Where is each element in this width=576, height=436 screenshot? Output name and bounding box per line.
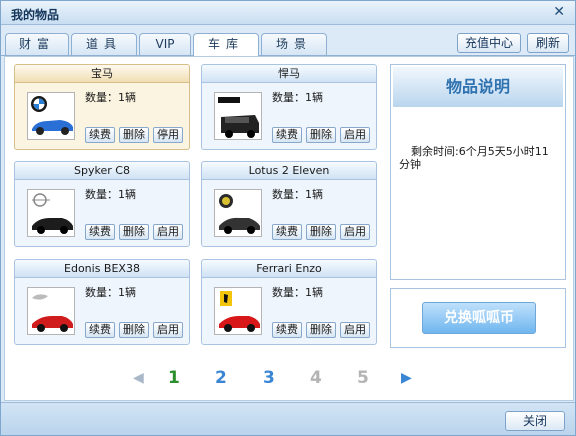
exchange-panel: 兑换呱呱币 (390, 288, 566, 348)
item-description-panel: 物品说明 剩余时间:6个月5天5小时11分钟 (390, 64, 566, 280)
car-card-bmw[interactable]: 宝马 数量：1辆 续费 删除 停用 (14, 64, 190, 150)
car-name: Ferrari Enzo (202, 260, 376, 278)
page-3[interactable]: 3 (263, 368, 275, 390)
tab-scene[interactable]: 场景 (261, 33, 327, 55)
car-name: 宝马 (15, 65, 189, 83)
quantity-label: 数量：1辆 (85, 91, 136, 104)
delete-button[interactable]: 删除 (306, 322, 336, 338)
car-thumbnail (27, 287, 75, 335)
car-thumbnail (27, 189, 75, 237)
page-5[interactable]: 5 (357, 368, 369, 390)
title-bar: 我的物品 ✕ (1, 1, 575, 25)
remaining-time-text: 剩余时间:6个月5天5小时11分钟 (399, 145, 549, 171)
enable-button[interactable]: 启用 (340, 322, 370, 338)
next-page-icon[interactable]: ▶ (401, 370, 412, 392)
car-name: Spyker C8 (15, 162, 189, 180)
quantity-label: 数量：1辆 (272, 188, 323, 201)
delete-button[interactable]: 删除 (119, 224, 149, 240)
garage-content: 宝马 数量：1辆 续费 删除 停用 悍马 数量：1辆 续费 删除 启用 Spyk… (4, 56, 574, 401)
quantity-label: 数量：1辆 (85, 286, 136, 299)
car-card-spyker[interactable]: Spyker C8 数量：1辆 续费 删除 启用 (14, 161, 190, 247)
delete-button[interactable]: 删除 (306, 224, 336, 240)
car-thumbnail (214, 92, 262, 140)
car-name: Lotus 2 Eleven (202, 162, 376, 180)
window-title: 我的物品 (11, 8, 60, 22)
prev-page-icon[interactable]: ◀ (133, 370, 144, 392)
exchange-coins-button[interactable]: 兑换呱呱币 (422, 302, 536, 334)
page-1[interactable]: 1 (168, 368, 180, 390)
renew-button[interactable]: 续费 (85, 322, 115, 338)
renew-button[interactable]: 续费 (85, 127, 115, 143)
car-name: Edonis BEX38 (15, 260, 189, 278)
tab-garage[interactable]: 车库 (193, 33, 259, 56)
car-thumbnail (27, 92, 75, 140)
footer-bar: 关闭 (1, 402, 575, 435)
enable-button[interactable]: 启用 (340, 127, 370, 143)
car-name: 悍马 (202, 65, 376, 83)
close-button[interactable]: 关闭 (505, 411, 565, 431)
close-icon[interactable]: ✕ (553, 4, 565, 20)
disable-button[interactable]: 停用 (153, 127, 183, 143)
spyker-logo-icon (32, 193, 73, 234)
car-card-hummer[interactable]: 悍马 数量：1辆 续费 删除 启用 (201, 64, 377, 150)
ferrari-logo-icon (219, 291, 260, 332)
my-items-window: 我的物品 ✕ 财富 道具 VIP 车库 场景 充值中心 刷新 宝马 数量：1辆 … (0, 0, 576, 436)
edonis-logo-icon (32, 294, 73, 332)
refresh-button[interactable]: 刷新 (527, 33, 569, 53)
tab-props[interactable]: 道具 (71, 33, 137, 55)
quantity-label: 数量：1辆 (85, 188, 136, 201)
description-title: 物品说明 (393, 67, 563, 107)
renew-button[interactable]: 续费 (272, 224, 302, 240)
car-thumbnail (214, 189, 262, 237)
hummer-logo-icon (218, 97, 259, 138)
car-card-lotus[interactable]: Lotus 2 Eleven 数量：1辆 续费 删除 启用 (201, 161, 377, 247)
renew-button[interactable]: 续费 (85, 224, 115, 240)
quantity-label: 数量：1辆 (272, 91, 323, 104)
lotus-logo-icon (219, 194, 260, 234)
enable-button[interactable]: 启用 (153, 322, 183, 338)
recharge-center-button[interactable]: 充值中心 (457, 33, 521, 53)
renew-button[interactable]: 续费 (272, 322, 302, 338)
quantity-label: 数量：1辆 (272, 286, 323, 299)
renew-button[interactable]: 续费 (272, 127, 302, 143)
car-card-edonis[interactable]: Edonis BEX38 数量：1辆 续费 删除 启用 (14, 259, 190, 345)
delete-button[interactable]: 删除 (306, 127, 336, 143)
page-2[interactable]: 2 (215, 368, 227, 390)
car-card-ferrari[interactable]: Ferrari Enzo 数量：1辆 续费 删除 启用 (201, 259, 377, 345)
tab-vip[interactable]: VIP (139, 33, 191, 55)
car-thumbnail (214, 287, 262, 335)
enable-button[interactable]: 启用 (153, 224, 183, 240)
delete-button[interactable]: 删除 (119, 322, 149, 338)
tab-wealth[interactable]: 财富 (5, 33, 69, 55)
bmw-logo-icon (31, 96, 73, 135)
delete-button[interactable]: 删除 (119, 127, 149, 143)
page-4[interactable]: 4 (310, 368, 322, 390)
enable-button[interactable]: 启用 (340, 224, 370, 240)
